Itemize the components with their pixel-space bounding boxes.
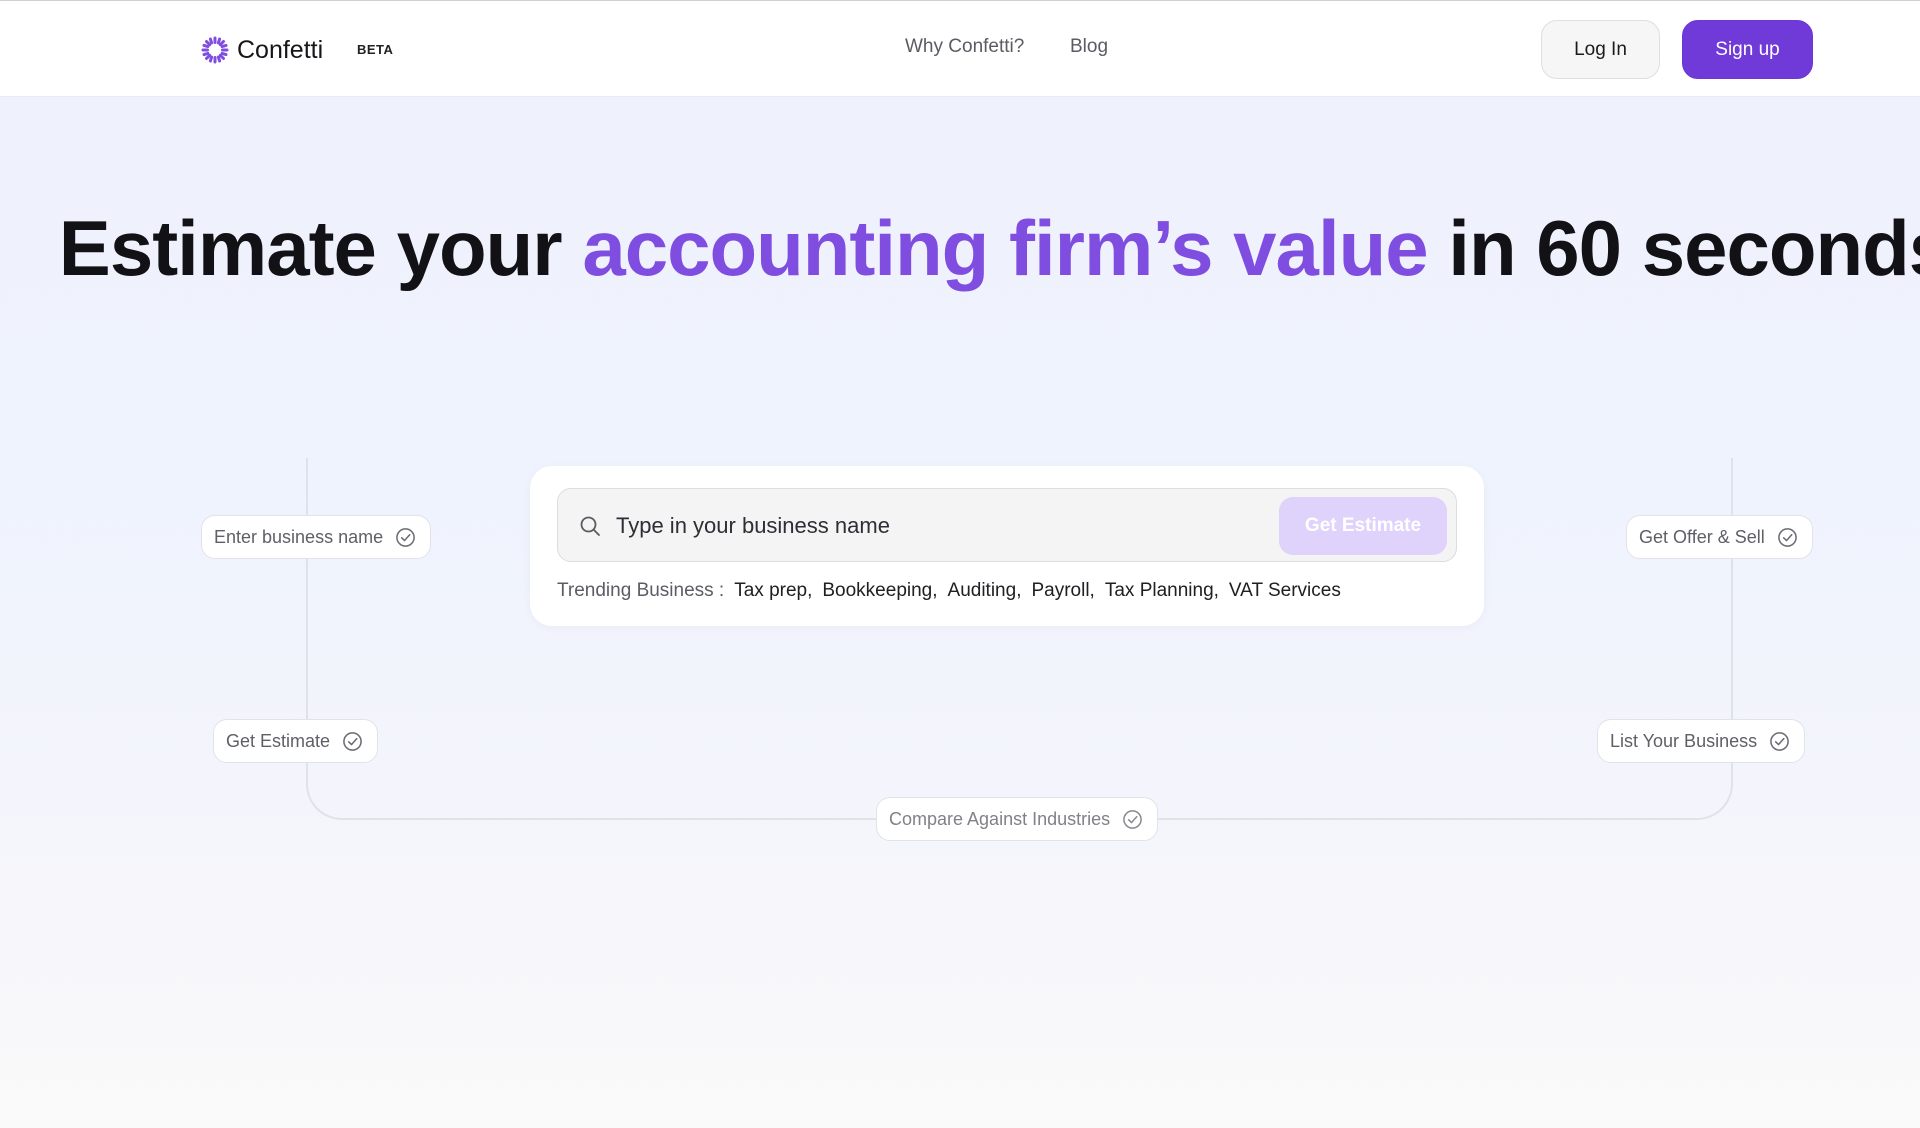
step-label: List Your Business bbox=[1610, 730, 1758, 751]
step-label: Enter business name bbox=[214, 526, 384, 547]
search-box: Get Estimate bbox=[557, 488, 1457, 562]
get-estimate-button[interactable]: Get Estimate bbox=[1279, 497, 1447, 555]
trending-label: Trending Business : bbox=[557, 580, 725, 601]
brand-logo[interactable]: Confetti bbox=[200, 35, 323, 65]
trending-business-list: Trending Business : Tax prep, Bookkeepin… bbox=[557, 580, 1351, 602]
nav-link-why-confetti[interactable]: Why Confetti? bbox=[905, 36, 1024, 58]
trending-item-vat-services[interactable]: VAT Services bbox=[1229, 580, 1341, 602]
check-circle-icon bbox=[1770, 731, 1789, 751]
hero-title: Estimate your accounting firm’s value in… bbox=[0, 190, 1920, 306]
login-button[interactable]: Log In bbox=[1541, 20, 1660, 79]
trending-item-tax-planning[interactable]: Tax Planning, bbox=[1105, 580, 1219, 602]
check-circle-icon bbox=[343, 731, 362, 751]
trending-item-payroll[interactable]: Payroll, bbox=[1031, 580, 1094, 602]
step-enter-business-name: Enter business name bbox=[201, 515, 432, 559]
step-label: Compare Against Industries bbox=[889, 808, 1111, 829]
check-circle-icon bbox=[1777, 527, 1797, 547]
step-compare-against-industries: Compare Against Industries bbox=[876, 797, 1159, 841]
brand-name: Confetti bbox=[237, 35, 324, 64]
trending-item-auditing[interactable]: Auditing, bbox=[948, 580, 1022, 602]
check-circle-icon bbox=[396, 527, 415, 547]
step-get-estimate: Get Estimate bbox=[213, 719, 379, 763]
hero-title-part2: in 60 seconds bbox=[1427, 204, 1920, 292]
trending-item-tax-prep[interactable]: Tax prep, bbox=[734, 580, 812, 602]
search-card: Get Estimate Trending Business : Tax pre… bbox=[530, 466, 1484, 626]
beta-badge: BETA bbox=[357, 42, 394, 57]
check-circle-icon bbox=[1123, 809, 1142, 829]
top-navigation-bar: Confetti BETA Why Confetti? Blog Log In … bbox=[0, 1, 1920, 97]
trending-item-bookkeeping[interactable]: Bookkeeping, bbox=[822, 580, 937, 602]
hero-title-part1: Estimate your bbox=[58, 204, 583, 292]
hero-title-accent: accounting firm’s value bbox=[582, 204, 1428, 292]
signup-button[interactable]: Sign up bbox=[1682, 20, 1813, 79]
confetti-logo-icon bbox=[201, 36, 229, 64]
step-label: Get Estimate bbox=[226, 730, 331, 751]
search-icon bbox=[580, 516, 600, 536]
step-list-your-business: List Your Business bbox=[1597, 719, 1806, 763]
business-name-search-input[interactable] bbox=[616, 501, 1256, 551]
step-label: Get Offer & Sell bbox=[1639, 526, 1765, 547]
nav-link-blog[interactable]: Blog bbox=[1070, 36, 1108, 58]
step-get-offer-sell: Get Offer & Sell bbox=[1626, 515, 1813, 559]
